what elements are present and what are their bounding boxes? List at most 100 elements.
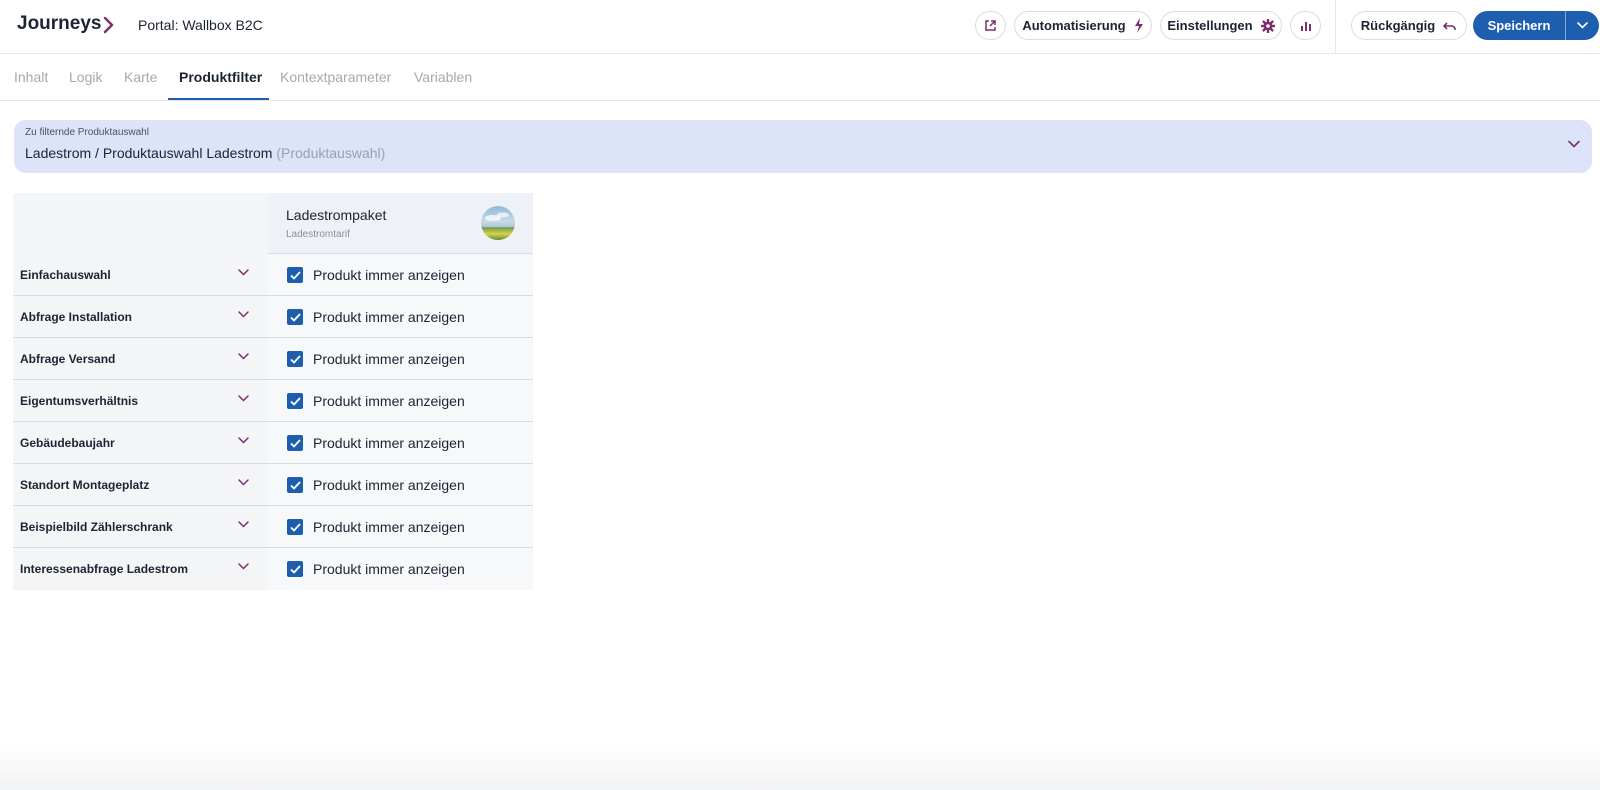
table-row: Eigentumsverhältnis Produkt immer anzeig… — [13, 380, 533, 422]
undo-button[interactable]: Rückgängig — [1351, 11, 1467, 40]
table-row: Einfachauswahl Produkt immer anzeigen — [13, 254, 533, 296]
row-option-cell: Produkt immer anzeigen — [268, 338, 533, 380]
chevron-down-icon — [238, 395, 249, 402]
checkmark-icon — [289, 480, 301, 490]
checkmark-icon — [289, 270, 301, 280]
portal-title: Portal: Wallbox B2C — [138, 17, 263, 33]
chevron-down-icon — [1577, 22, 1588, 29]
save-button[interactable]: Speichern — [1473, 11, 1565, 40]
chevron-down-icon — [238, 311, 249, 318]
row-option-cell: Produkt immer anzeigen — [268, 464, 533, 506]
analytics-button[interactable] — [1290, 11, 1321, 40]
table-header: Ladestrompaket Ladestromtarif — [13, 193, 533, 254]
tab-inhalt[interactable]: Inhalt — [14, 69, 48, 85]
undo-icon — [1443, 20, 1457, 32]
settings-label: Einstellungen — [1167, 18, 1253, 33]
gear-icon — [1260, 18, 1275, 33]
table-header-empty-cell — [13, 193, 268, 254]
table-row: Abfrage Installation Produkt immer anzei… — [13, 296, 533, 338]
row-toggle[interactable]: Standort Montageplatz — [13, 464, 268, 506]
chevron-down-icon — [238, 563, 249, 570]
row-label: Abfrage Versand — [20, 352, 116, 366]
tab-logik[interactable]: Logik — [69, 69, 102, 85]
row-option-cell: Produkt immer anzeigen — [268, 380, 533, 422]
checkmark-icon — [289, 354, 301, 364]
row-option-cell: Produkt immer anzeigen — [268, 506, 533, 548]
row-option-cell: Produkt immer anzeigen — [268, 422, 533, 464]
external-link-icon — [985, 20, 996, 31]
checkbox-label: Produkt immer anzeigen — [313, 519, 465, 535]
checkbox-label: Produkt immer anzeigen — [313, 351, 465, 367]
checkbox-label: Produkt immer anzeigen — [313, 393, 465, 409]
product-column-header: Ladestrompaket Ladestromtarif — [268, 193, 533, 254]
show-product-checkbox[interactable] — [287, 561, 303, 577]
chevron-down-icon — [1568, 140, 1580, 148]
selection-label: Zu filternde Produktauswahl — [25, 127, 149, 138]
checkbox-label: Produkt immer anzeigen — [313, 267, 465, 283]
product-thumbnail — [481, 206, 515, 240]
save-button-group: Speichern — [1473, 11, 1599, 40]
row-toggle[interactable]: Gebäudebaujahr — [13, 422, 268, 464]
table-row: Standort Montageplatz Produkt immer anze… — [13, 464, 533, 506]
row-label: Interessenabfrage Ladestrom — [20, 562, 189, 576]
tab-variablen[interactable]: Variablen — [414, 69, 472, 85]
checkmark-icon — [289, 312, 301, 322]
chevron-down-icon — [238, 269, 249, 276]
row-label: Standort Montageplatz — [20, 478, 150, 492]
lightning-icon — [1134, 18, 1144, 33]
row-label: Gebäudebaujahr — [20, 436, 115, 450]
header-divider — [1335, 0, 1336, 54]
show-product-checkbox[interactable] — [287, 393, 303, 409]
product-subtitle: Ladestromtarif — [286, 229, 350, 240]
show-product-checkbox[interactable] — [287, 477, 303, 493]
app-brand[interactable]: Journeys — [17, 13, 101, 35]
row-toggle[interactable]: Interessenabfrage Ladestrom — [13, 548, 268, 590]
chevron-right-icon — [103, 16, 114, 34]
checkbox-label: Produkt immer anzeigen — [313, 435, 465, 451]
row-toggle[interactable]: Einfachauswahl — [13, 254, 268, 296]
checkmark-icon — [289, 438, 301, 448]
chevron-down-icon — [238, 479, 249, 486]
show-product-checkbox[interactable] — [287, 519, 303, 535]
chevron-down-icon — [238, 521, 249, 528]
row-toggle[interactable]: Abfrage Installation — [13, 296, 268, 338]
settings-button[interactable]: Einstellungen — [1160, 11, 1282, 40]
save-menu-button[interactable] — [1565, 11, 1599, 40]
show-product-checkbox[interactable] — [287, 351, 303, 367]
selection-value-text: Ladestrom / Produktauswahl Ladestrom — [25, 145, 273, 161]
row-label: Abfrage Installation — [20, 310, 133, 324]
row-option-cell: Produkt immer anzeigen — [268, 296, 533, 338]
automation-label: Automatisierung — [1022, 18, 1126, 33]
show-product-checkbox[interactable] — [287, 435, 303, 451]
show-product-checkbox[interactable] — [287, 267, 303, 283]
table-row: Beispielbild Zählerschrank Produkt immer… — [13, 506, 533, 548]
row-label: Beispielbild Zählerschrank — [20, 520, 173, 534]
row-toggle[interactable]: Beispielbild Zählerschrank — [13, 506, 268, 548]
selection-type: (Produktauswahl) — [276, 145, 386, 161]
row-option-cell: Produkt immer anzeigen — [268, 254, 533, 296]
row-toggle[interactable]: Abfrage Versand — [13, 338, 268, 380]
row-toggle[interactable]: Eigentumsverhältnis — [13, 380, 268, 422]
table-row: Abfrage Versand Produkt immer anzeigen — [13, 338, 533, 380]
tab-produktfilter[interactable]: Produktfilter — [179, 69, 262, 85]
checkbox-label: Produkt immer anzeigen — [313, 561, 465, 577]
selection-value: Ladestrom / Produktauswahl Ladestrom (Pr… — [25, 145, 385, 161]
checkmark-icon — [289, 522, 301, 532]
undo-label: Rückgängig — [1360, 18, 1436, 33]
table-row: Gebäudebaujahr Produkt immer anzeigen — [13, 422, 533, 464]
tab-karte[interactable]: Karte — [124, 69, 157, 85]
show-product-checkbox[interactable] — [287, 309, 303, 325]
checkmark-icon — [289, 396, 301, 406]
checkbox-label: Produkt immer anzeigen — [313, 477, 465, 493]
row-label: Eigentumsverhältnis — [20, 394, 139, 408]
chevron-down-icon — [238, 437, 249, 444]
product-selection-dropdown[interactable]: Zu filternde Produktauswahl Ladestrom / … — [14, 120, 1592, 173]
product-name: Ladestrompaket — [286, 207, 387, 223]
active-tab-indicator — [168, 98, 269, 100]
open-external-button[interactable] — [975, 11, 1006, 40]
product-filter-table: Ladestrompaket Ladestromtarif Einfachaus… — [13, 193, 533, 590]
table-row: Interessenabfrage Ladestrom Produkt imme… — [13, 548, 533, 590]
automation-button[interactable]: Automatisierung — [1014, 11, 1152, 40]
checkbox-label: Produkt immer anzeigen — [313, 309, 465, 325]
tab-kontextparameter[interactable]: Kontextparameter — [280, 69, 391, 85]
